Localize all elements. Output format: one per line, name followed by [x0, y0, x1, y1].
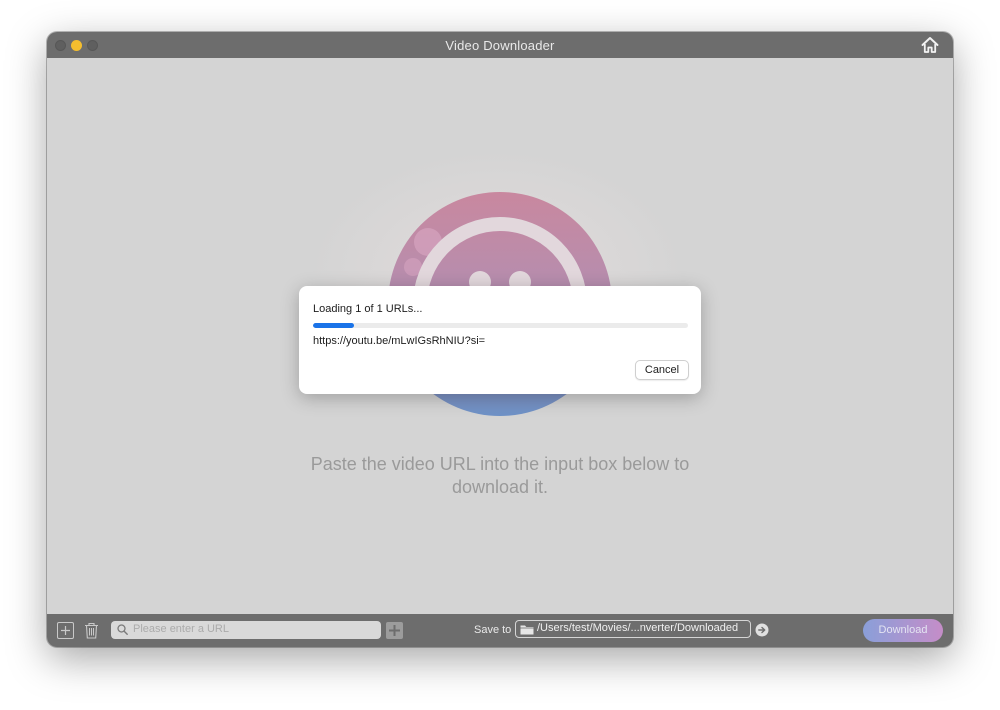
zoom-window-button[interactable]: [87, 40, 98, 51]
loading-dialog: Loading 1 of 1 URLs... https://youtu.be/…: [299, 286, 701, 394]
save-to-label: Save to: [474, 624, 512, 636]
loading-status-text: Loading 1 of 1 URLs...: [313, 303, 423, 315]
bottom-toolbar: Please enter a URL Save to /Users/test/M…: [47, 614, 953, 647]
save-path-text: /Users/test/Movies/...nverter/Downloaded: [537, 622, 739, 634]
download-button[interactable]: Download: [863, 619, 943, 642]
loading-progress-bar: [313, 323, 688, 328]
minimize-window-button[interactable]: [71, 40, 82, 51]
folder-icon: [520, 625, 534, 635]
arrow-right-circle-icon[interactable]: [755, 623, 769, 637]
paste-url-hint: Paste the video URL into the input box b…: [250, 453, 750, 499]
title-bar: Video Downloader: [47, 32, 953, 58]
hint-line-1: Paste the video URL into the input box b…: [310, 454, 690, 474]
add-icon[interactable]: [57, 622, 74, 639]
app-window: Video Downloader Paste the video URL int…: [47, 32, 953, 647]
hint-line-2: download it.: [451, 477, 549, 497]
url-input-placeholder: Please enter a URL: [133, 623, 229, 635]
loading-url-text: https://youtu.be/mLwIGsRhNIU?si=: [313, 335, 486, 347]
add-url-button[interactable]: [386, 622, 403, 639]
close-window-button[interactable]: [55, 40, 66, 51]
url-input[interactable]: Please enter a URL: [111, 621, 381, 639]
progress-fill: [313, 323, 355, 328]
home-icon[interactable]: [921, 36, 939, 54]
main-area: Paste the video URL into the input box b…: [47, 58, 953, 614]
search-icon: [117, 624, 128, 635]
window-title: Video Downloader: [445, 37, 555, 53]
trash-icon[interactable]: [83, 622, 100, 639]
save-path-selector[interactable]: /Users/test/Movies/...nverter/Downloaded: [515, 620, 751, 638]
cancel-button[interactable]: Cancel: [635, 360, 689, 380]
